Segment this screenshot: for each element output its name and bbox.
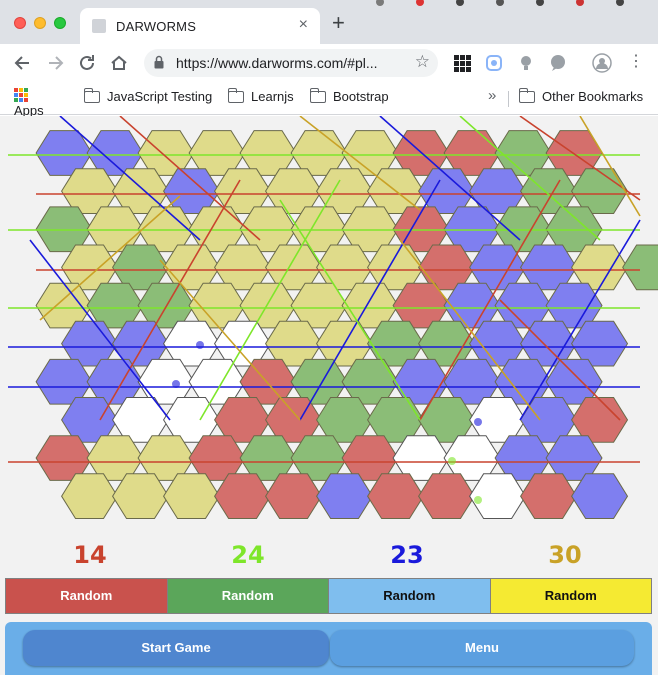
player-green-type-button[interactable]: Random <box>167 579 329 613</box>
player-yellow-type-button[interactable]: Random <box>490 579 651 613</box>
bookmark-label: JavaScript Testing <box>107 89 213 105</box>
new-tab-button[interactable]: + <box>332 12 345 34</box>
folder-icon <box>84 87 100 103</box>
bookmark-other-bookmarks[interactable]: Other Bookmarks <box>519 87 644 108</box>
navigation-toolbar: https://www.darworms.com/#pl... ☆ ⋮ <box>0 44 658 82</box>
score-green: 24 <box>231 541 265 569</box>
bookmark-javascript-testing[interactable]: JavaScript Testing <box>84 87 213 108</box>
back-button[interactable] <box>12 52 34 74</box>
reload-icon <box>80 55 94 70</box>
window-zoom-button[interactable] <box>54 17 66 29</box>
reload-button[interactable] <box>76 52 98 74</box>
tab-title: DARWORMS <box>116 19 197 34</box>
bookmark-star-icon[interactable]: ☆ <box>415 52 430 72</box>
extension-grid-icon[interactable] <box>452 53 472 73</box>
bookmark-label: Learnjs <box>251 89 294 105</box>
home-button[interactable] <box>108 52 130 74</box>
page-favicon-icon <box>92 19 106 33</box>
score-yellow: 30 <box>548 541 582 569</box>
browser-chrome: DARWORMS × + https://www.darworms.com/#p… <box>0 0 658 118</box>
control-panel: Start Game Menu <box>5 622 652 675</box>
apps-grid-icon <box>14 88 28 102</box>
bookmarks-divider <box>508 91 509 107</box>
bookmark-learnjs[interactable]: Learnjs <box>228 87 294 108</box>
extension-shield-icon[interactable] <box>484 53 504 73</box>
browser-menu-icon[interactable]: ⋮ <box>628 53 644 71</box>
url-text: https://www.darworms.com/#pl... <box>176 55 378 71</box>
window-close-button[interactable] <box>14 17 26 29</box>
worm-head <box>448 457 456 465</box>
tab-close-icon[interactable]: × <box>299 16 308 34</box>
folder-icon <box>310 87 326 103</box>
extension-chat-icon[interactable] <box>548 53 568 73</box>
profile-avatar-icon[interactable] <box>592 53 612 73</box>
player-selector-row: Random Random Random Random <box>5 578 652 614</box>
other-tabs-strip <box>360 0 658 8</box>
score-red: 14 <box>73 541 107 569</box>
arrow-left-icon <box>14 56 29 70</box>
bookmarks-bar: Apps JavaScript Testing Learnjs Bootstra… <box>0 82 658 118</box>
bookmark-label: Other Bookmarks <box>542 89 644 105</box>
folder-icon <box>519 87 535 103</box>
worm-head <box>474 496 482 504</box>
bookmark-apps[interactable]: Apps <box>14 88 44 118</box>
extension-bulb-icon[interactable] <box>516 53 536 73</box>
bookmarks-overflow-button[interactable]: » <box>488 87 496 104</box>
tab-strip: DARWORMS × + <box>0 0 658 44</box>
player-blue-type-button[interactable]: Random <box>329 579 491 613</box>
arrow-right-icon <box>49 56 64 70</box>
worm-head <box>196 341 204 349</box>
tab-darworms[interactable]: DARWORMS × <box>80 8 320 44</box>
player-red-type-button[interactable]: Random <box>6 579 168 613</box>
score-blue: 23 <box>390 541 424 569</box>
game-page: 14 24 23 30 Random Random Random Random … <box>0 116 658 675</box>
worm-head <box>474 418 482 426</box>
forward-button[interactable] <box>44 52 66 74</box>
game-board[interactable] <box>0 116 658 536</box>
worm-head <box>172 380 180 388</box>
start-game-button[interactable]: Start Game <box>23 630 329 666</box>
menu-button[interactable]: Menu <box>330 630 634 666</box>
folder-icon <box>228 87 244 103</box>
lock-icon <box>154 55 164 69</box>
bookmark-bootstrap[interactable]: Bootstrap <box>310 87 389 108</box>
home-icon <box>111 55 127 70</box>
window-minimize-button[interactable] <box>34 17 46 29</box>
score-row: 14 24 23 30 <box>0 541 658 571</box>
bookmark-label: Bootstrap <box>333 89 389 105</box>
address-bar[interactable]: https://www.darworms.com/#pl... ☆ <box>144 49 438 77</box>
